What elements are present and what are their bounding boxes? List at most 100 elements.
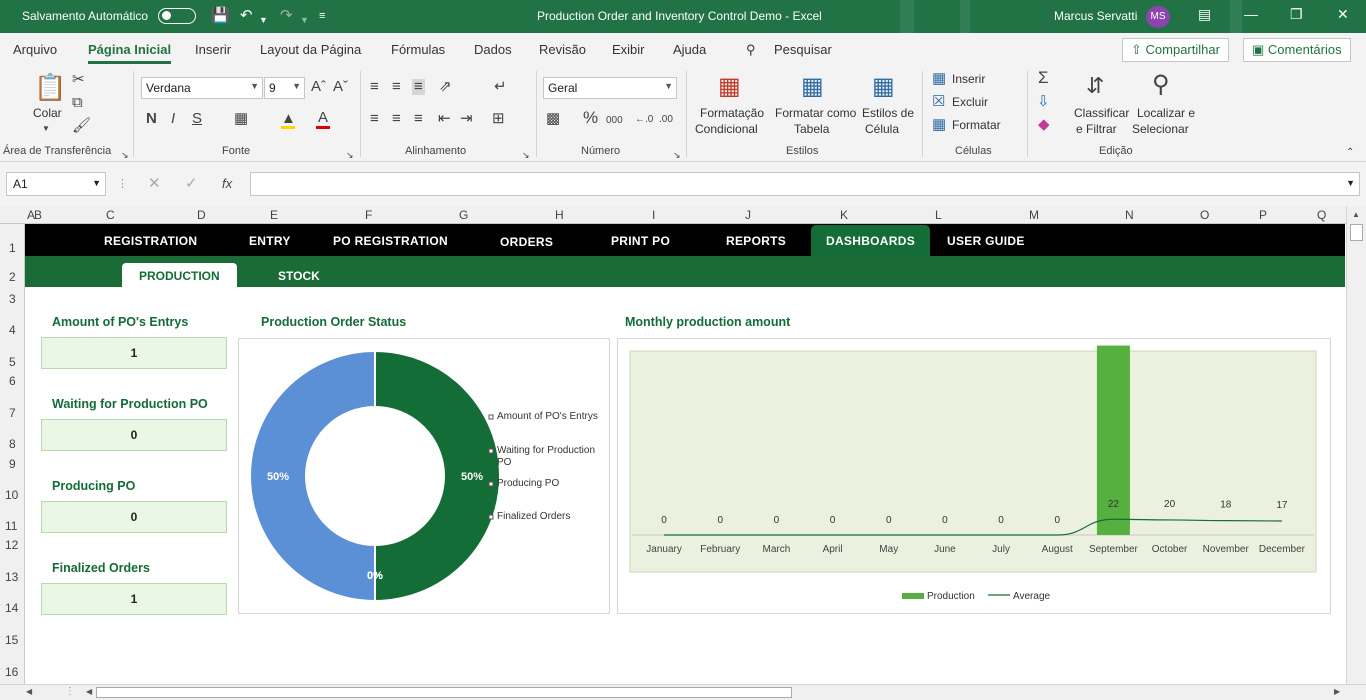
clear-icon[interactable]: ◆ <box>1038 117 1050 133</box>
avatar[interactable]: MS <box>1146 6 1170 28</box>
align-top-icon[interactable]: ≡ <box>370 79 379 95</box>
thousands-icon[interactable]: 000 <box>606 113 623 129</box>
bold-button[interactable]: N <box>146 111 157 127</box>
format-as-table-label-1[interactable]: Formatar como <box>775 106 856 120</box>
name-box[interactable]: A1 ▼ <box>6 172 106 196</box>
cancel-icon[interactable]: ✕ <box>148 176 161 192</box>
tab-exibir[interactable]: Exibir <box>612 42 645 57</box>
row-header[interactable]: 15 <box>5 633 18 647</box>
col-header[interactable]: L <box>935 208 942 222</box>
row-header[interactable]: 7 <box>9 406 16 420</box>
collapse-ribbon-icon[interactable]: ⌃ <box>1346 145 1354 161</box>
nav-user-guide[interactable]: USER GUIDE <box>947 234 1025 248</box>
alignment-launcher-icon[interactable]: ↘ <box>522 147 530 163</box>
increase-decimal-icon[interactable]: ←.0 <box>635 112 653 128</box>
copy-icon[interactable]: ⧉ <box>72 95 83 111</box>
increase-indent-icon[interactable]: ⇥ <box>460 111 473 127</box>
merge-center-icon[interactable]: ⊞ <box>492 111 505 127</box>
col-header[interactable]: Q <box>1317 208 1326 222</box>
nav-orders[interactable]: ORDERS <box>500 235 553 249</box>
bar-chart-panel[interactable]: 0 0 0 0 0 0 0 0 22 20 18 17 January February March Apri… <box>617 338 1331 614</box>
col-header[interactable]: J <box>745 208 751 222</box>
increase-font-icon[interactable]: Aˆ <box>311 79 326 95</box>
nav-dashboards[interactable]: DASHBOARDS <box>811 225 931 256</box>
vertical-scrollbar[interactable]: ▲ <box>1346 206 1366 684</box>
search-icon[interactable]: ⚲ <box>746 42 756 58</box>
cell-styles-label-1[interactable]: Estilos de <box>862 106 914 120</box>
cell-styles-label-2[interactable]: Célula <box>865 122 899 136</box>
tab-inserir[interactable]: Inserir <box>195 42 231 57</box>
row-header[interactable]: 10 <box>5 488 18 502</box>
delete-icon[interactable]: ☒ <box>932 94 945 110</box>
tab-revisao[interactable]: Revisão <box>539 42 586 57</box>
paste-label[interactable]: Colar <box>33 106 62 120</box>
find-select-label-1[interactable]: Localizar e <box>1137 106 1195 120</box>
font-size-select[interactable]: 9 ▼ <box>264 77 305 99</box>
format-as-table-icon[interactable]: ▦ <box>801 73 824 101</box>
col-header[interactable]: C <box>106 208 115 222</box>
scroll-right-icon[interactable]: ▶ <box>1334 687 1340 696</box>
scroll-thumb[interactable] <box>96 687 792 698</box>
decrease-decimal-icon[interactable]: .00 <box>659 112 673 128</box>
nav-registration[interactable]: REGISTRATION <box>104 234 197 248</box>
wrap-text-icon[interactable]: ↵ <box>494 79 507 95</box>
align-left-icon[interactable]: ≡ <box>370 111 379 127</box>
col-header[interactable]: B <box>34 208 42 222</box>
redo-dropdown-icon[interactable]: ▼ <box>300 11 309 29</box>
scroll-up-icon[interactable]: ▲ <box>1352 210 1360 219</box>
insert-function-icon[interactable]: fx <box>222 176 232 192</box>
col-header[interactable]: O <box>1200 208 1209 222</box>
conditional-format-label-2[interactable]: Condicional <box>695 122 758 136</box>
row-header[interactable]: 1 <box>9 241 16 255</box>
decrease-font-icon[interactable]: Aˇ <box>333 79 348 95</box>
col-header[interactable]: G <box>459 208 468 222</box>
row-header[interactable]: 11 <box>5 519 17 533</box>
borders-icon[interactable]: ▦ <box>234 111 248 127</box>
row-header[interactable]: 13 <box>5 570 18 584</box>
insert-label[interactable]: Inserir <box>952 72 985 86</box>
ribbon-display-icon[interactable]: ▤ <box>1198 6 1211 23</box>
row-header[interactable]: 3 <box>9 292 16 306</box>
sort-filter-label-2[interactable]: e Filtrar <box>1076 122 1117 136</box>
row-header[interactable]: 14 <box>5 601 18 615</box>
col-header[interactable]: M <box>1029 208 1039 222</box>
col-header[interactable]: E <box>270 208 278 222</box>
find-select-icon[interactable]: ⚲ <box>1152 71 1170 99</box>
clipboard-launcher-icon[interactable]: ↘ <box>121 147 129 163</box>
restore-icon[interactable]: ❐ <box>1290 6 1303 23</box>
col-header[interactable]: P <box>1259 208 1267 222</box>
paste-dropdown-icon[interactable]: ▼ <box>42 121 50 137</box>
tab-arquivo[interactable]: Arquivo <box>13 42 57 57</box>
col-header[interactable]: D <box>197 208 206 222</box>
enter-icon[interactable]: ✓ <box>185 176 198 192</box>
tab-formulas[interactable]: Fórmulas <box>391 42 445 57</box>
subtab-stock[interactable]: STOCK <box>278 269 320 283</box>
save-icon[interactable]: 💾 <box>211 7 230 25</box>
fill-color-icon[interactable]: ▲ <box>281 111 296 127</box>
format-cells-icon[interactable]: ▦ <box>932 117 946 133</box>
format-label[interactable]: Formatar <box>952 118 1001 132</box>
format-painter-icon[interactable]: 🖌 <box>72 118 91 134</box>
horizontal-scrollbar[interactable]: ◀ ⋮ ◀ ▶ <box>0 684 1366 700</box>
scroll-left-icon[interactable]: ◀ <box>86 687 92 696</box>
align-center-icon[interactable]: ≡ <box>392 111 401 127</box>
underline-button[interactable]: S <box>192 111 202 127</box>
row-header[interactable]: 6 <box>9 374 16 388</box>
number-format-select[interactable]: Geral ▼ <box>543 77 677 99</box>
align-middle-icon[interactable]: ≡ <box>392 79 401 95</box>
format-as-table-label-2[interactable]: Tabela <box>794 122 829 136</box>
close-icon[interactable]: ✕ <box>1337 6 1349 23</box>
conditional-format-label-1[interactable]: Formatação <box>700 106 764 120</box>
percent-icon[interactable]: % <box>583 109 598 126</box>
align-right-icon[interactable]: ≡ <box>414 111 423 127</box>
scroll-thumb[interactable] <box>1350 224 1363 241</box>
cut-icon[interactable]: ✂ <box>72 72 85 88</box>
nav-po-registration[interactable]: PO REGISTRATION <box>333 234 448 248</box>
sort-filter-label-1[interactable]: Classificar <box>1074 106 1129 120</box>
decrease-indent-icon[interactable]: ⇤ <box>438 111 451 127</box>
nav-entry[interactable]: ENTRY <box>249 234 291 248</box>
tab-dados[interactable]: Dados <box>474 42 512 57</box>
fill-icon[interactable]: ⇩ <box>1037 94 1050 110</box>
customize-toolbar-icon[interactable]: ≡ <box>319 7 325 25</box>
font-color-icon[interactable]: A <box>318 110 328 126</box>
